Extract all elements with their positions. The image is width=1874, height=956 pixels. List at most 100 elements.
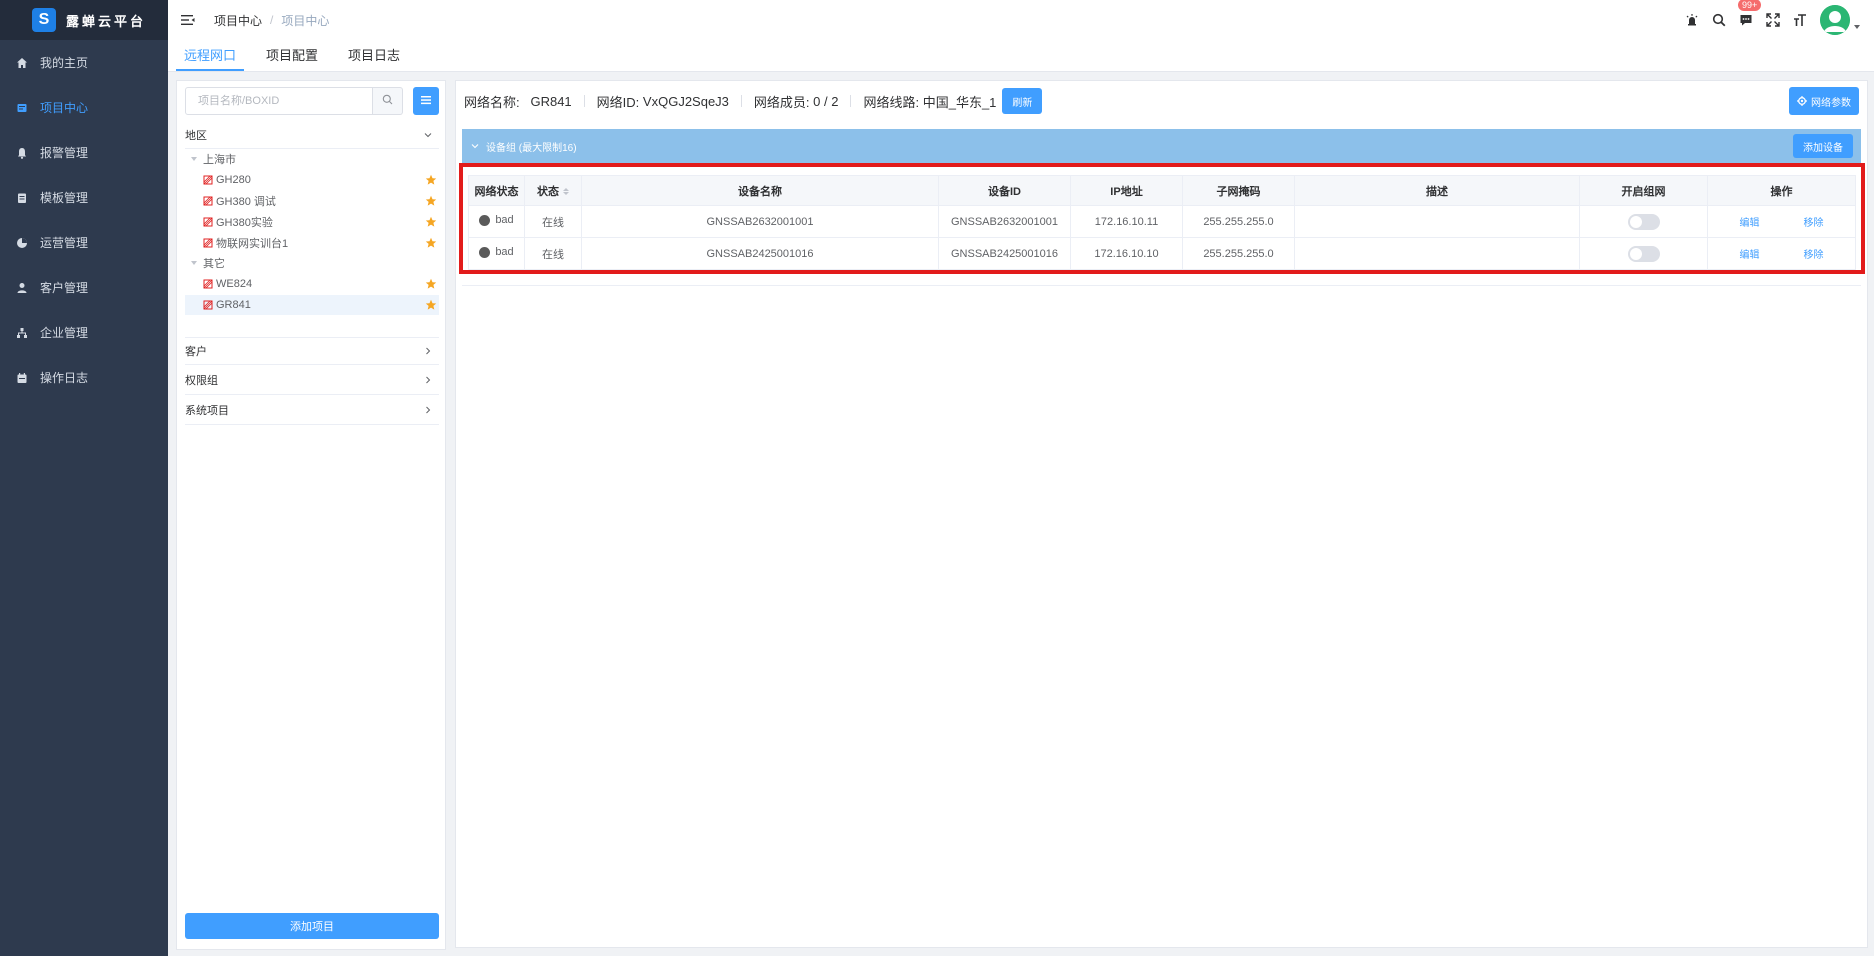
- sidebar-item-enterprise[interactable]: 企业管理: [0, 310, 168, 355]
- sidebar-item-label: 操作日志: [40, 371, 89, 385]
- chevron-right-icon: [423, 346, 433, 356]
- divider: [462, 285, 1861, 286]
- sidebar-item-template[interactable]: 模板管理: [0, 175, 168, 220]
- project-icon: [16, 102, 28, 114]
- region-section-header[interactable]: 地区: [185, 122, 439, 148]
- mask-cell: 255.255.255.0: [1182, 237, 1295, 270]
- sidebar-item-alarm[interactable]: 报警管理: [0, 130, 168, 175]
- device-offline-icon: [203, 196, 213, 206]
- table-row: bad 在线 GNSSAB2425001016 GNSSAB2425001016…: [468, 237, 1856, 270]
- message-icon[interactable]: 99+: [1738, 0, 1762, 28]
- project-search: [185, 87, 439, 115]
- add-project-button[interactable]: 添加项目: [185, 913, 439, 939]
- edit-link[interactable]: 编辑: [1740, 218, 1760, 229]
- info-separator: [583, 95, 585, 107]
- sidebar-item-project-center[interactable]: 项目中心: [0, 85, 168, 130]
- list-menu-button[interactable]: [413, 87, 439, 115]
- networking-toggle[interactable]: [1627, 213, 1660, 230]
- device-offline-icon: [203, 300, 213, 310]
- networking-toggle[interactable]: [1627, 245, 1660, 262]
- column-header-status[interactable]: 状态: [524, 175, 582, 206]
- sidebar-item-customers[interactable]: 客户管理: [0, 265, 168, 310]
- breadcrumb: 项目中心 / 项目中心: [214, 12, 329, 29]
- user-icon: [16, 282, 28, 294]
- tree-group-shanghai[interactable]: 上海市: [185, 149, 439, 169]
- tree-node-device[interactable]: GH380实验: [185, 212, 439, 232]
- remove-link[interactable]: 移除: [1804, 218, 1824, 229]
- network-name: 网络名称: GR841: [464, 92, 572, 111]
- sidebar-item-operations[interactable]: 运营管理: [0, 220, 168, 265]
- sidebar-item-logs[interactable]: 操作日志: [0, 355, 168, 400]
- tab-project-log[interactable]: 项目日志: [340, 39, 408, 71]
- tree-group-other[interactable]: 其它: [185, 253, 439, 273]
- networking-toggle-cell: [1579, 205, 1708, 238]
- tabs-bar: 远程网口 项目配置 项目日志: [168, 40, 1874, 72]
- star-icon[interactable]: [425, 278, 437, 290]
- add-device-button[interactable]: 添加设备: [1793, 134, 1853, 158]
- menu-toggle-icon[interactable]: [180, 12, 196, 28]
- tree-node-device[interactable]: WE824: [185, 274, 439, 294]
- device-group-header[interactable]: 设备组 (最大限制16) 添加设备: [462, 129, 1861, 163]
- status-cell: 在线: [524, 205, 582, 238]
- sidebar-item-home[interactable]: 我的主页: [0, 40, 168, 85]
- font-size-icon[interactable]: [1792, 12, 1808, 28]
- search-button[interactable]: [373, 87, 403, 115]
- tree-node-device[interactable]: GH380 调试: [185, 191, 439, 211]
- remove-link[interactable]: 移除: [1804, 250, 1824, 261]
- tree-node-device[interactable]: GH280: [185, 170, 439, 190]
- star-icon[interactable]: [425, 195, 437, 207]
- network-id-value: VxQGJ2SqeJ3: [642, 93, 729, 109]
- table-header-row: 网络状态 状态 设备名称 设备ID IP地址 子网掩码 描述 开启组网 操作: [468, 175, 1856, 206]
- chevron-right-icon: [423, 375, 433, 385]
- alarm-light-icon[interactable]: [1684, 12, 1700, 28]
- template-icon: [16, 192, 28, 204]
- region-title: 地区: [185, 130, 207, 142]
- sidebar-item-label: 企业管理: [40, 326, 89, 340]
- device-group-title: 设备组 (最大限制16): [486, 142, 577, 154]
- device-id-cell: GNSSAB2632001001: [938, 205, 1071, 238]
- app-logo: S: [32, 8, 56, 32]
- refresh-button[interactable]: 刷新: [1002, 88, 1043, 114]
- network-route: 网络线路: 中国_华东_1: [863, 92, 996, 111]
- star-icon[interactable]: [425, 216, 437, 228]
- network-route-value: 中国_华东_1: [922, 94, 997, 110]
- column-header: 描述: [1294, 175, 1580, 206]
- section-customers[interactable]: 客户: [185, 338, 439, 364]
- network-id: 网络ID: VxQGJ2SqeJ3: [597, 92, 729, 111]
- column-header-label: 状态: [537, 185, 559, 198]
- tree-node-label: WE824: [216, 278, 253, 290]
- section-permission-groups[interactable]: 权限组: [185, 367, 439, 393]
- fullscreen-icon[interactable]: [1765, 12, 1781, 28]
- sort-icon[interactable]: [563, 188, 569, 196]
- network-params-button[interactable]: 网络参数: [1789, 87, 1859, 115]
- actions-cell: 编辑 移除: [1707, 237, 1856, 270]
- section-system-projects[interactable]: 系统项目: [185, 397, 439, 423]
- project-tree-panel: 地区 上海市 GH280 GH380 调试 GH380实验 物联网实训台1 其它…: [176, 80, 446, 950]
- caret-down-icon: [191, 157, 197, 161]
- gear-icon: [1797, 96, 1807, 106]
- breadcrumb-item[interactable]: 项目中心: [214, 12, 262, 29]
- device-offline-icon: [203, 217, 213, 227]
- networking-toggle-cell: [1579, 237, 1708, 270]
- sidebar: S 露蝉云平台 我的主页 项目中心 报警管理 模板管理 运营管理 客户管理 企业…: [0, 0, 168, 956]
- user-avatar[interactable]: [1820, 5, 1850, 35]
- tab-remote-port[interactable]: 远程网口: [176, 39, 245, 71]
- chevron-down-icon[interactable]: [1854, 25, 1860, 29]
- star-icon[interactable]: [425, 299, 437, 311]
- edit-link[interactable]: 编辑: [1740, 250, 1760, 261]
- project-search-input[interactable]: [185, 87, 373, 115]
- column-header: IP地址: [1070, 175, 1183, 206]
- star-icon[interactable]: [425, 174, 437, 186]
- top-header: 项目中心 / 项目中心 99+: [168, 0, 1874, 40]
- tree-node-device[interactable]: 物联网实训台1: [185, 233, 439, 253]
- net-status-cell: bad: [468, 237, 525, 270]
- log-icon: [16, 372, 28, 384]
- search-icon[interactable]: [1711, 12, 1727, 28]
- tree-node-device-selected[interactable]: GR841: [185, 295, 439, 315]
- star-icon[interactable]: [425, 237, 437, 249]
- tab-project-config[interactable]: 项目配置: [258, 39, 326, 71]
- status-dot-icon: [479, 214, 491, 226]
- org-icon: [16, 327, 28, 339]
- logo-area[interactable]: S 露蝉云平台: [0, 0, 168, 40]
- network-name-value: GR841: [530, 93, 572, 109]
